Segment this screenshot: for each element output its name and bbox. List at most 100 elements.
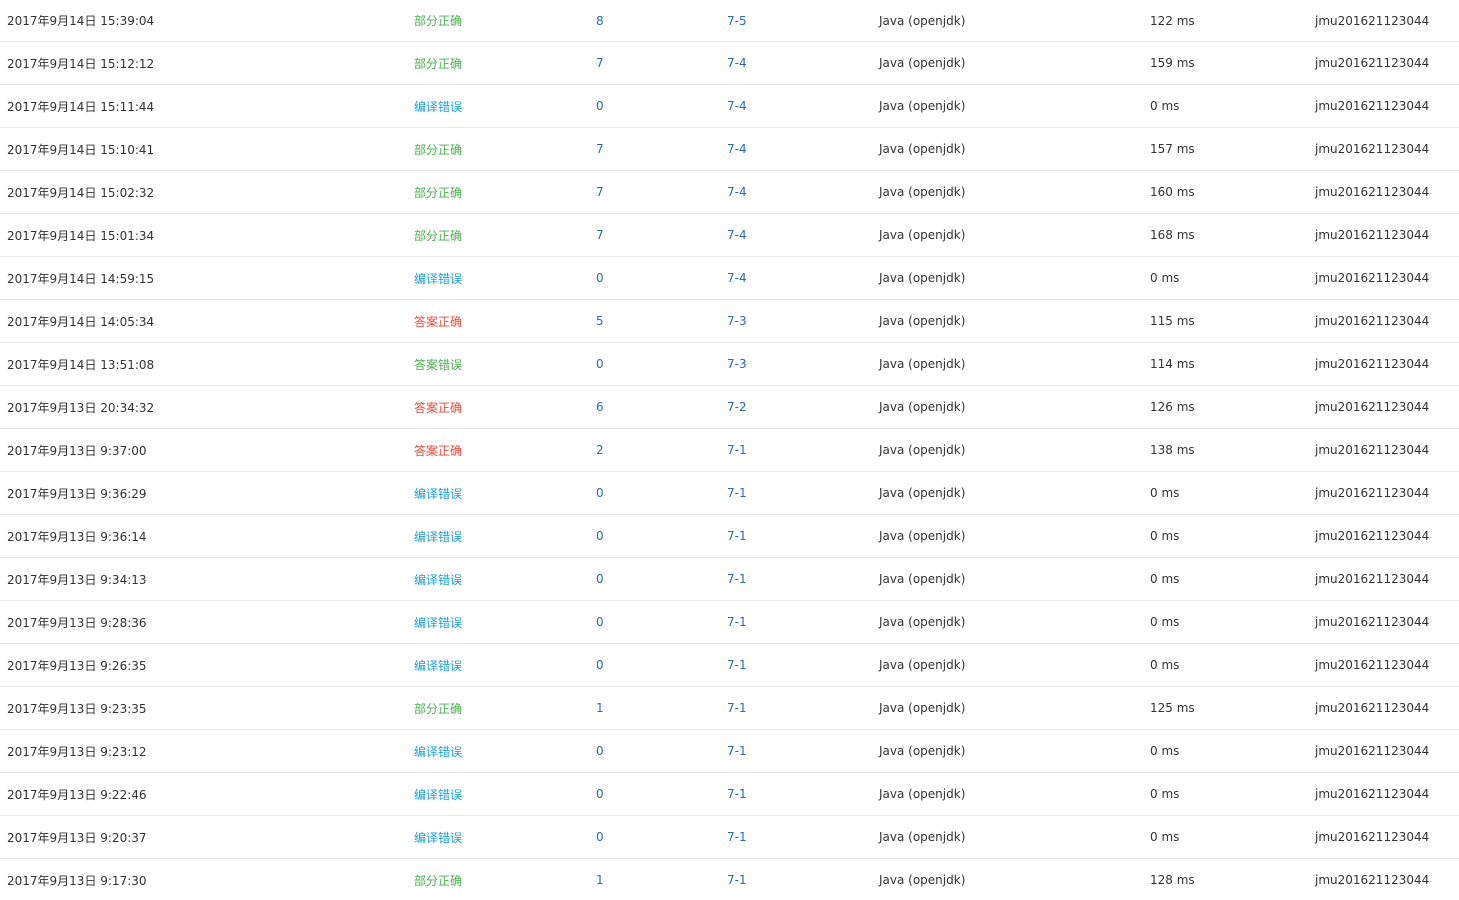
score-link[interactable]: 0	[596, 343, 604, 385]
compiler-language: Java (openjdk)	[879, 787, 966, 801]
problem-link[interactable]: 7-4	[727, 128, 747, 170]
username: jmu201621123044	[1315, 830, 1430, 844]
elapsed-time: 157 ms	[1150, 142, 1195, 156]
problem-link[interactable]: 7-1	[727, 601, 747, 643]
problem-link[interactable]: 7-1	[727, 687, 747, 729]
problem-link[interactable]: 7-1	[727, 859, 747, 900]
compiler-language: Java (openjdk)	[879, 400, 966, 414]
submission-row: 2017年9月14日 15:11:44 编译错误 0 7-4 Java (ope…	[0, 85, 1459, 128]
problem-link[interactable]: 7-4	[727, 171, 747, 213]
judge-status-link[interactable]: 部分正确	[414, 0, 462, 41]
judge-status-link[interactable]: 部分正确	[414, 859, 462, 900]
problem-link[interactable]: 7-3	[727, 300, 747, 342]
compiler-language: Java (openjdk)	[879, 873, 966, 887]
score-link[interactable]: 1	[596, 859, 604, 900]
score-link[interactable]: 0	[596, 558, 604, 600]
score-link[interactable]: 8	[596, 0, 604, 41]
score-link[interactable]: 6	[596, 386, 604, 428]
username: jmu201621123044	[1315, 572, 1430, 586]
submission-row: 2017年9月13日 9:36:29 编译错误 0 7-1 Java (open…	[0, 472, 1459, 515]
judge-status-link[interactable]: 部分正确	[414, 128, 462, 170]
score-link[interactable]: 0	[596, 472, 604, 514]
score-link[interactable]: 0	[596, 85, 604, 127]
score-link[interactable]: 0	[596, 730, 604, 772]
score-link[interactable]: 1	[596, 687, 604, 729]
problem-link[interactable]: 7-1	[727, 773, 747, 815]
problem-link[interactable]: 7-1	[727, 730, 747, 772]
score-link[interactable]: 7	[596, 128, 604, 170]
score-link[interactable]: 0	[596, 515, 604, 557]
submit-time: 2017年9月14日 15:12:12	[7, 56, 155, 71]
judge-status-link[interactable]: 部分正确	[414, 687, 462, 729]
score-link[interactable]: 7	[596, 171, 604, 213]
problem-link[interactable]: 7-2	[727, 386, 747, 428]
compiler-language: Java (openjdk)	[879, 357, 966, 371]
submission-row: 2017年9月14日 14:05:34 答案正确 5 7-3 Java (ope…	[0, 300, 1459, 343]
judge-status-link[interactable]: 部分正确	[414, 214, 462, 256]
judge-status-link[interactable]: 答案错误	[414, 343, 462, 385]
compiler-language: Java (openjdk)	[879, 228, 966, 242]
problem-link[interactable]: 7-5	[727, 0, 747, 41]
problem-link[interactable]: 7-4	[727, 42, 747, 84]
compiler-language: Java (openjdk)	[879, 830, 966, 844]
submission-row: 2017年9月13日 9:34:13 编译错误 0 7-1 Java (open…	[0, 558, 1459, 601]
judge-status-link[interactable]: 编译错误	[414, 601, 462, 643]
submission-row: 2017年9月14日 15:12:12 部分正确 7 7-4 Java (ope…	[0, 42, 1459, 85]
problem-link[interactable]: 7-4	[727, 257, 747, 299]
compiler-language: Java (openjdk)	[879, 271, 966, 285]
problem-link[interactable]: 7-3	[727, 343, 747, 385]
score-link[interactable]: 0	[596, 257, 604, 299]
submission-row: 2017年9月13日 9:20:37 编译错误 0 7-1 Java (open…	[0, 816, 1459, 859]
submit-time: 2017年9月13日 9:23:35	[7, 701, 147, 716]
problem-link[interactable]: 7-1	[727, 515, 747, 557]
submission-list: 2017年9月14日 15:39:04 部分正确 8 7-5 Java (ope…	[0, 0, 1459, 900]
submission-row: 2017年9月13日 20:34:32 答案正确 6 7-2 Java (ope…	[0, 386, 1459, 429]
elapsed-time: 128 ms	[1150, 873, 1195, 887]
judge-status-link[interactable]: 部分正确	[414, 171, 462, 213]
judge-status-link[interactable]: 编译错误	[414, 472, 462, 514]
score-link[interactable]: 7	[596, 42, 604, 84]
score-link[interactable]: 2	[596, 429, 604, 471]
judge-status-link[interactable]: 编译错误	[414, 730, 462, 772]
submission-row: 2017年9月13日 9:37:00 答案正确 2 7-1 Java (open…	[0, 429, 1459, 472]
problem-link[interactable]: 7-1	[727, 816, 747, 858]
elapsed-time: 122 ms	[1150, 13, 1195, 28]
username: jmu201621123044	[1315, 142, 1430, 156]
elapsed-time: 114 ms	[1150, 357, 1195, 371]
username: jmu201621123044	[1315, 99, 1430, 113]
compiler-language: Java (openjdk)	[879, 701, 966, 715]
problem-link[interactable]: 7-1	[727, 558, 747, 600]
judge-status-link[interactable]: 答案正确	[414, 386, 462, 428]
problem-link[interactable]: 7-4	[727, 214, 747, 256]
judge-status-link[interactable]: 编译错误	[414, 816, 462, 858]
score-link[interactable]: 0	[596, 601, 604, 643]
judge-status-link[interactable]: 部分正确	[414, 42, 462, 84]
problem-link[interactable]: 7-4	[727, 85, 747, 127]
problem-link[interactable]: 7-1	[727, 472, 747, 514]
submit-time: 2017年9月14日 15:11:44	[7, 99, 155, 114]
username: jmu201621123044	[1315, 228, 1430, 242]
judge-status-link[interactable]: 答案正确	[414, 300, 462, 342]
submission-row: 2017年9月13日 9:23:35 部分正确 1 7-1 Java (open…	[0, 687, 1459, 730]
score-link[interactable]: 0	[596, 773, 604, 815]
judge-status-link[interactable]: 答案正确	[414, 429, 462, 471]
score-link[interactable]: 5	[596, 300, 604, 342]
submission-row: 2017年9月14日 15:01:34 部分正确 7 7-4 Java (ope…	[0, 214, 1459, 257]
submit-time: 2017年9月14日 15:01:34	[7, 228, 155, 243]
problem-link[interactable]: 7-1	[727, 644, 747, 686]
judge-status-link[interactable]: 编译错误	[414, 644, 462, 686]
username: jmu201621123044	[1315, 658, 1430, 672]
judge-status-link[interactable]: 编译错误	[414, 85, 462, 127]
compiler-language: Java (openjdk)	[879, 13, 966, 28]
submit-time: 2017年9月14日 15:02:32	[7, 185, 155, 200]
elapsed-time: 168 ms	[1150, 228, 1195, 242]
judge-status-link[interactable]: 编译错误	[414, 558, 462, 600]
score-link[interactable]: 0	[596, 644, 604, 686]
submission-row: 2017年9月14日 14:59:15 编译错误 0 7-4 Java (ope…	[0, 257, 1459, 300]
judge-status-link[interactable]: 编译错误	[414, 515, 462, 557]
judge-status-link[interactable]: 编译错误	[414, 773, 462, 815]
judge-status-link[interactable]: 编译错误	[414, 257, 462, 299]
score-link[interactable]: 7	[596, 214, 604, 256]
score-link[interactable]: 0	[596, 816, 604, 858]
problem-link[interactable]: 7-1	[727, 429, 747, 471]
